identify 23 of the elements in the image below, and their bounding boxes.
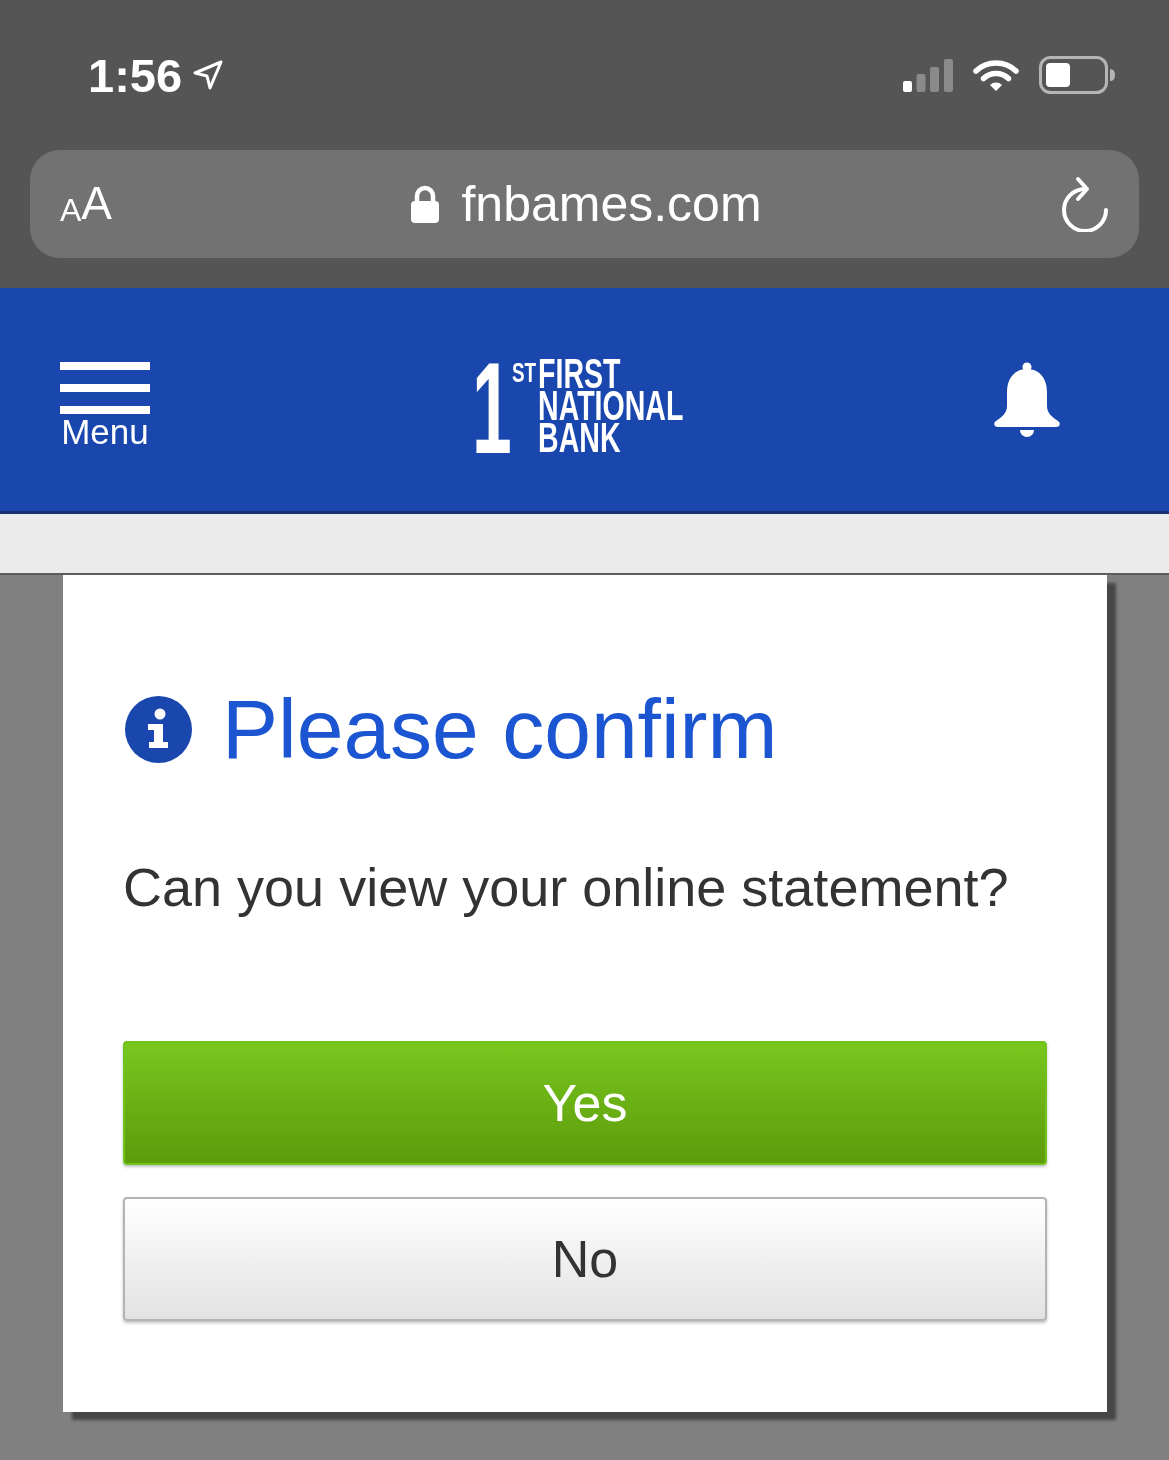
- notifications-button[interactable]: [992, 361, 1062, 438]
- location-arrow-icon: [192, 59, 225, 91]
- status-time: 1:56: [88, 51, 183, 99]
- signal-icon: [903, 58, 953, 92]
- bank-name-logo: FIRST NATIONAL BANK: [537, 357, 684, 454]
- lock-icon: [411, 185, 440, 223]
- battery-icon: [1039, 56, 1115, 94]
- logo-numeral: 1: [471, 355, 512, 460]
- wifi-icon: [973, 58, 1019, 92]
- reload-button[interactable]: [1061, 176, 1109, 232]
- reload-icon: [1061, 176, 1109, 232]
- dialog-message: Can you view your online statement?: [123, 856, 1010, 919]
- menu-button[interactable]: Menu: [60, 350, 150, 449]
- address-bar[interactable]: AA fnbames.com: [30, 150, 1139, 258]
- menu-icon: [60, 362, 150, 414]
- no-button[interactable]: No: [123, 1197, 1047, 1321]
- yes-button[interactable]: Yes: [123, 1041, 1047, 1165]
- bell-icon: [992, 361, 1062, 438]
- url-text: fnbames.com: [461, 179, 762, 229]
- logo-superscript: ST: [511, 362, 536, 383]
- dialog-title: Please confirm: [222, 681, 778, 778]
- text-size-button[interactable]: AA: [60, 180, 113, 228]
- info-icon: [125, 695, 192, 763]
